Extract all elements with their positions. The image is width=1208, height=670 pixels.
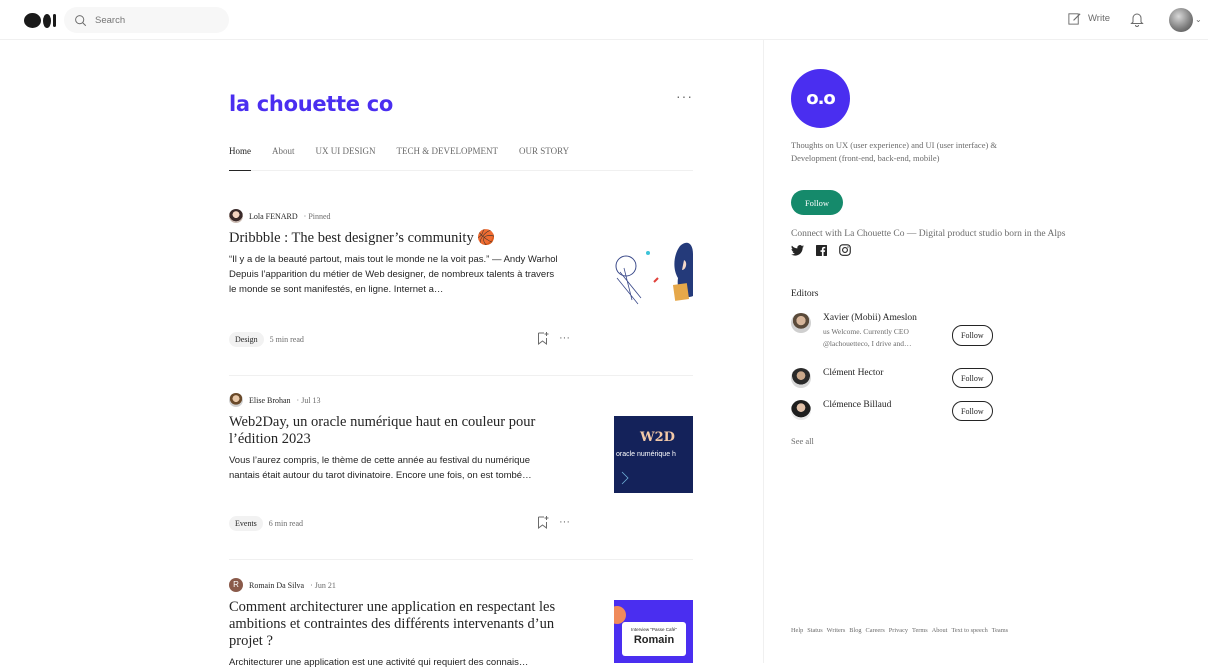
article-meta: Lola FENARD · Pinned [229, 209, 693, 223]
footer-link-terms[interactable]: Terms [912, 626, 928, 636]
footer-link-privacy[interactable]: Privacy [889, 626, 908, 636]
article-footer: Events 6 min read [229, 516, 303, 531]
footer-link-teams[interactable]: Teams [992, 626, 1008, 636]
article-title[interactable]: Web2Day, un oracle numérique haut en cou… [229, 414, 559, 448]
see-all-editors-link[interactable]: See all [791, 436, 814, 446]
instagram-icon[interactable] [839, 244, 851, 256]
author-name[interactable]: Romain Da Silva [249, 581, 304, 590]
medium-logo-dot-medium [43, 13, 51, 28]
article-divider [229, 375, 693, 376]
top-navigation-bar: Write ⌄ [0, 0, 1208, 40]
author-avatar[interactable]: R [229, 578, 243, 592]
publication-tabs: Home About UX UI DESIGN TECH & DEVELOPME… [229, 145, 693, 171]
twitter-icon[interactable] [791, 244, 804, 256]
article-date: · Pinned [303, 211, 331, 221]
bell-icon [1130, 13, 1144, 27]
article-footer: Design 5 min read [229, 332, 304, 347]
tab-tech-development[interactable]: TECH & DEVELOPMENT [397, 145, 499, 171]
thumbnail-decoration [621, 471, 629, 485]
editor-item: Clémence Billaud [791, 400, 891, 420]
read-time: 5 min read [269, 335, 304, 344]
author-avatar[interactable] [229, 393, 243, 407]
column-divider [763, 40, 764, 663]
notifications-button[interactable] [1130, 11, 1144, 32]
thumbnail-illustration [614, 238, 693, 306]
search-input[interactable] [95, 14, 215, 26]
footer-link-writers[interactable]: Writers [827, 626, 846, 636]
author-avatar[interactable] [229, 209, 243, 223]
footer-link-careers[interactable]: Careers [866, 626, 885, 636]
footer-link-help[interactable]: Help [791, 626, 803, 636]
article-excerpt[interactable]: Vous l’aurez compris, le thème de cette … [229, 453, 559, 483]
editor-name[interactable]: Xavier (Mobii) Ameslon [823, 313, 943, 323]
article-thumbnail[interactable]: Interview "Passe Café" Romain [614, 600, 693, 663]
editor-name[interactable]: Clément Hector [823, 368, 883, 388]
article-date: · Jun 21 [310, 580, 336, 590]
editors-heading: Editors [791, 289, 819, 299]
bookmark-add-icon[interactable] [537, 515, 549, 529]
thumbnail-card: Interview "Passe Café" Romain [622, 622, 686, 656]
thumbnail-caption: Interview "Passe Café" [631, 627, 677, 632]
article-actions: ··· [537, 331, 570, 345]
medium-logo[interactable] [24, 13, 56, 28]
editor-info: Xavier (Mobii) Ameslon us Welcome. Curre… [823, 313, 943, 350]
write-icon [1068, 13, 1081, 25]
article-excerpt[interactable]: “Il y a de la beauté partout, mais tout … [229, 252, 559, 297]
follow-editor-button[interactable]: Follow [952, 325, 993, 346]
tab-about[interactable]: About [272, 145, 295, 171]
publication-description: Thoughts on UX (user experience) and UI … [791, 140, 998, 163]
article-tag[interactable]: Design [229, 332, 264, 347]
facebook-icon[interactable] [816, 244, 827, 256]
editor-item: Xavier (Mobii) Ameslon us Welcome. Curre… [791, 313, 943, 350]
editor-avatar[interactable] [791, 400, 811, 420]
article-actions: ··· [537, 515, 570, 529]
article-thumbnail[interactable] [614, 238, 693, 306]
write-button[interactable]: Write [1067, 11, 1110, 26]
article-meta: Elise Brohan · Jul 13 [229, 393, 693, 407]
bookmark-add-icon[interactable] [537, 331, 549, 345]
tab-ux-ui-design[interactable]: UX UI DESIGN [316, 145, 376, 171]
author-name[interactable]: Elise Brohan [249, 396, 291, 405]
article-date: · Jul 13 [296, 395, 321, 405]
editor-avatar[interactable] [791, 313, 811, 333]
editor-bio: us Welcome. Currently CEO @lachouetteco,… [823, 327, 912, 348]
footer-link-about[interactable]: About [932, 626, 948, 636]
article-meta: R Romain Da Silva · Jun 21 [229, 578, 693, 592]
article-title[interactable]: Comment architecturer une application en… [229, 599, 559, 650]
footer-link-status[interactable]: Status [807, 626, 822, 636]
article-divider [229, 559, 693, 560]
more-options-icon[interactable]: ··· [676, 88, 693, 104]
connect-text: Connect with La Chouette Co — Digital pr… [791, 229, 1066, 239]
medium-logo-dot-large [24, 13, 41, 28]
social-links [791, 244, 851, 256]
user-avatar[interactable] [1169, 8, 1193, 32]
write-label: Write [1088, 13, 1110, 24]
footer-link-blog[interactable]: Blog [849, 626, 861, 636]
chevron-down-icon[interactable]: ⌄ [1195, 15, 1202, 24]
editor-avatar[interactable] [791, 368, 811, 388]
follow-editor-button[interactable]: Follow [952, 401, 993, 421]
read-time: 6 min read [268, 519, 303, 528]
follow-publication-button[interactable]: Follow [791, 190, 843, 215]
publication-name[interactable]: la chouette co [229, 92, 393, 116]
search-box[interactable] [64, 7, 229, 33]
editor-item: Clément Hector [791, 368, 883, 388]
more-options-icon[interactable]: ··· [559, 516, 570, 528]
search-icon [75, 14, 87, 26]
footer-link-text-to-speech[interactable]: Text to speech [951, 626, 987, 636]
follow-editor-button[interactable]: Follow [952, 368, 993, 388]
article-title[interactable]: Dribbble : The best designer’s community… [229, 230, 559, 247]
article-tag[interactable]: Events [229, 516, 263, 531]
article-thumbnail[interactable]: W2D oracle numérique h [614, 416, 693, 493]
tab-home[interactable]: Home [229, 145, 251, 171]
publication-logo-mark: o.o [806, 88, 836, 109]
medium-logo-dot-small [53, 14, 56, 27]
more-options-icon[interactable]: ··· [559, 332, 570, 344]
editor-name[interactable]: Clémence Billaud [823, 400, 891, 420]
thumbnail-name: Romain [633, 634, 675, 646]
footer-links: Help Status Writers Blog Careers Privacy… [791, 626, 1011, 636]
publication-logo[interactable]: o.o [791, 69, 850, 128]
author-name[interactable]: Lola FENARD [249, 212, 298, 221]
tab-our-story[interactable]: OUR STORY [519, 145, 569, 171]
